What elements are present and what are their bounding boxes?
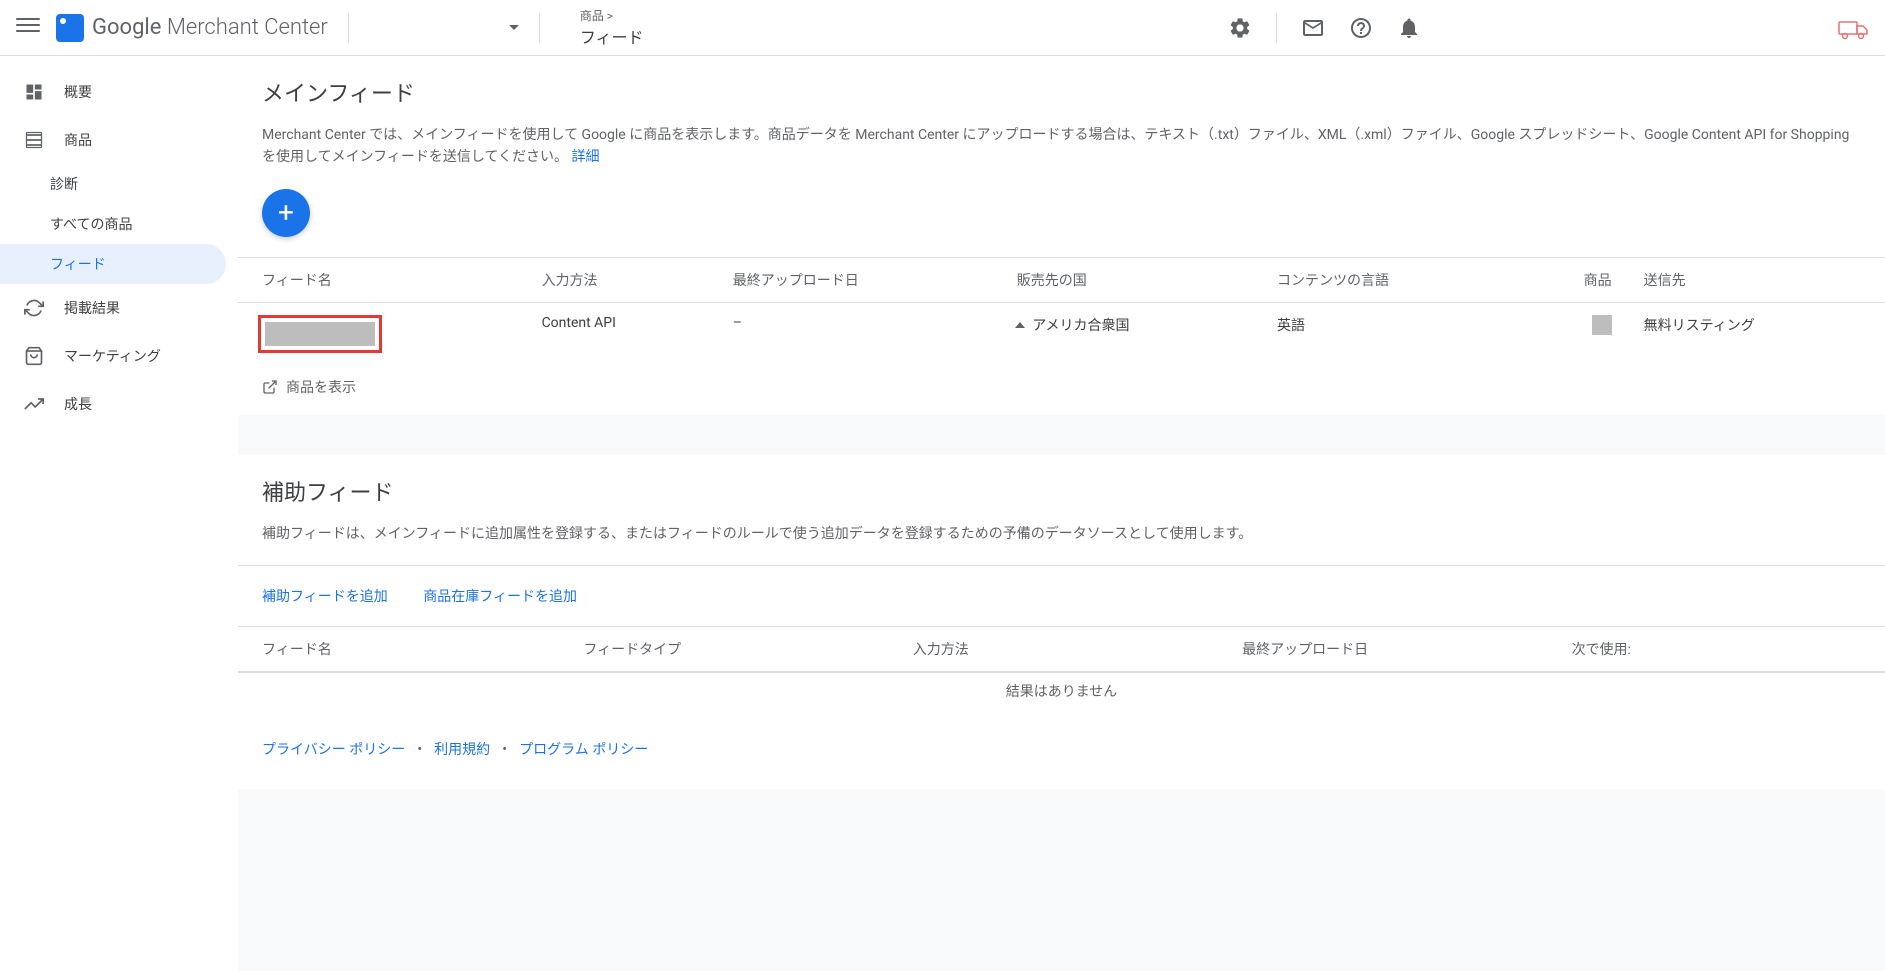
logo-mc: Merchant Center — [161, 15, 327, 40]
sidebar-item-overview[interactable]: 概要 — [0, 68, 226, 116]
trending-up-icon — [24, 394, 44, 414]
col-last-upload: 最終アップロード日 — [717, 258, 1001, 303]
divider — [348, 13, 349, 43]
col-feed-name: フィード名 — [238, 258, 526, 303]
sidebar-item-marketing[interactable]: マーケティング — [0, 332, 226, 380]
external-link-icon — [262, 379, 278, 395]
gear-icon — [1228, 16, 1252, 40]
cell-products — [1520, 302, 1628, 369]
nav-label: マーケティング — [64, 346, 161, 366]
shipping-icon[interactable] — [1837, 14, 1869, 42]
nav-label: 成長 — [64, 394, 92, 414]
refresh-icon — [24, 298, 44, 318]
chevron-up-icon — [1015, 322, 1025, 328]
nav-label: 掲載結果 — [64, 298, 120, 318]
account-dropdown[interactable] — [509, 25, 519, 30]
main-feed-description: Merchant Center では、メインフィードを使用して Google に… — [262, 124, 1861, 169]
sidebar-item-performance[interactable]: 掲載結果 — [0, 284, 226, 332]
sidebar-item-growth[interactable]: 成長 — [0, 380, 226, 428]
bag-icon — [24, 346, 44, 366]
sidebar-subitem-diagnostics[interactable]: 診断 — [0, 164, 226, 204]
main-feed-title: メインフィード — [262, 76, 1861, 108]
col-country: 販売先の国 — [1001, 258, 1261, 303]
sidebar-item-products[interactable]: 商品 — [0, 116, 226, 164]
add-inventory-feed-link[interactable]: 商品在庫フィードを追加 — [423, 589, 577, 605]
col-language: コンテンツの言語 — [1261, 258, 1520, 303]
feed-name-redacted — [258, 315, 382, 353]
cell-destination: 無料リスティング — [1628, 302, 1885, 369]
header-actions — [1220, 8, 1869, 48]
help-button[interactable] — [1341, 8, 1381, 48]
plus-icon: + — [278, 199, 294, 227]
col-input-method: 入力方法 — [526, 258, 717, 303]
sub-feed-description: 補助フィードは、メインフィードに追加属性を登録する、またはフィードのルールで使う… — [262, 523, 1861, 545]
learn-more-link[interactable]: 詳細 — [572, 149, 600, 165]
merchant-tag-icon — [56, 14, 84, 42]
view-products-link[interactable]: 商品を表示 — [262, 377, 356, 397]
col-feed-type: フィードタイプ — [567, 627, 896, 672]
settings-button[interactable] — [1220, 8, 1260, 48]
sub-feed-table: フィード名 フィードタイプ 入力方法 最終アップロード日 次で使用: — [238, 627, 1885, 672]
sub-feed-section: 補助フィード 補助フィードは、メインフィードに追加属性を登録する、またはフィード… — [238, 455, 1885, 566]
divider — [539, 13, 540, 43]
sidebar: 概要 商品 診断 すべての商品 フィード 掲載結果 マーケティング 成長 — [0, 56, 238, 971]
cell-language: 英語 — [1261, 302, 1520, 369]
help-icon — [1349, 16, 1373, 40]
menu-toggle-button[interactable] — [16, 16, 40, 40]
breadcrumb-parent[interactable]: 商品 > — [580, 7, 644, 24]
app-header: Google Merchant Center 商品 > フィード — [0, 0, 1885, 56]
add-sub-feed-link[interactable]: 補助フィードを追加 — [262, 589, 388, 605]
logo-google: Google — [92, 15, 161, 40]
list-icon — [24, 130, 44, 150]
nav-label: 概要 — [64, 82, 92, 102]
sidebar-subitem-feeds[interactable]: フィード — [0, 244, 226, 284]
sidebar-subitem-all-products[interactable]: すべての商品 — [0, 204, 226, 244]
dashboard-icon — [24, 82, 44, 102]
sub-feed-title: 補助フィード — [262, 475, 1861, 507]
col-feed-name: フィード名 — [238, 627, 567, 672]
main-content: メインフィード Merchant Center では、メインフィードを使用して … — [238, 56, 1885, 971]
main-feed-section: メインフィード Merchant Center では、メインフィードを使用して … — [238, 56, 1885, 258]
privacy-link[interactable]: プライバシー ポリシー — [262, 742, 405, 758]
notifications-button[interactable] — [1389, 8, 1429, 48]
cell-input-method: Content API — [526, 302, 717, 369]
logo[interactable]: Google Merchant Center — [56, 14, 328, 42]
cell-country: アメリカ合衆国 — [1001, 302, 1261, 369]
sub-feed-actions: 補助フィードを追加 商品在庫フィードを追加 — [238, 566, 1885, 627]
add-feed-button[interactable]: + — [262, 189, 310, 237]
cell-last-upload: – — [717, 302, 1001, 369]
mail-button[interactable] — [1293, 8, 1333, 48]
col-last-upload: 最終アップロード日 — [1226, 627, 1555, 672]
program-policy-link[interactable]: プログラム ポリシー — [519, 742, 648, 758]
nav-label: 商品 — [64, 130, 92, 150]
divider — [1276, 13, 1277, 43]
logo-text: Google Merchant Center — [92, 15, 328, 40]
table-row[interactable]: Content API – アメリカ合衆国 英語 無料リスティング — [238, 302, 1885, 369]
nav-label: すべての商品 — [50, 214, 132, 234]
nav-label: 診断 — [50, 174, 78, 194]
no-results-text: 結果はありません — [238, 672, 1885, 709]
footer-links: プライバシー ポリシー ・ 利用規約 ・ プログラム ポリシー — [238, 709, 1885, 789]
col-products: 商品 — [1520, 258, 1628, 303]
breadcrumb: 商品 > フィード — [580, 7, 644, 48]
product-count-redacted — [1592, 315, 1612, 335]
main-feed-table: フィード名 入力方法 最終アップロード日 販売先の国 コンテンツの言語 商品 送… — [238, 258, 1885, 369]
nav-label: フィード — [50, 254, 106, 274]
col-used-in: 次で使用: — [1556, 627, 1885, 672]
hamburger-icon — [16, 16, 40, 34]
col-input-method: 入力方法 — [897, 627, 1226, 672]
terms-link[interactable]: 利用規約 — [434, 742, 490, 758]
mail-icon — [1301, 16, 1325, 40]
col-destination: 送信先 — [1628, 258, 1885, 303]
breadcrumb-current: フィード — [580, 24, 644, 48]
bell-icon — [1397, 16, 1421, 40]
